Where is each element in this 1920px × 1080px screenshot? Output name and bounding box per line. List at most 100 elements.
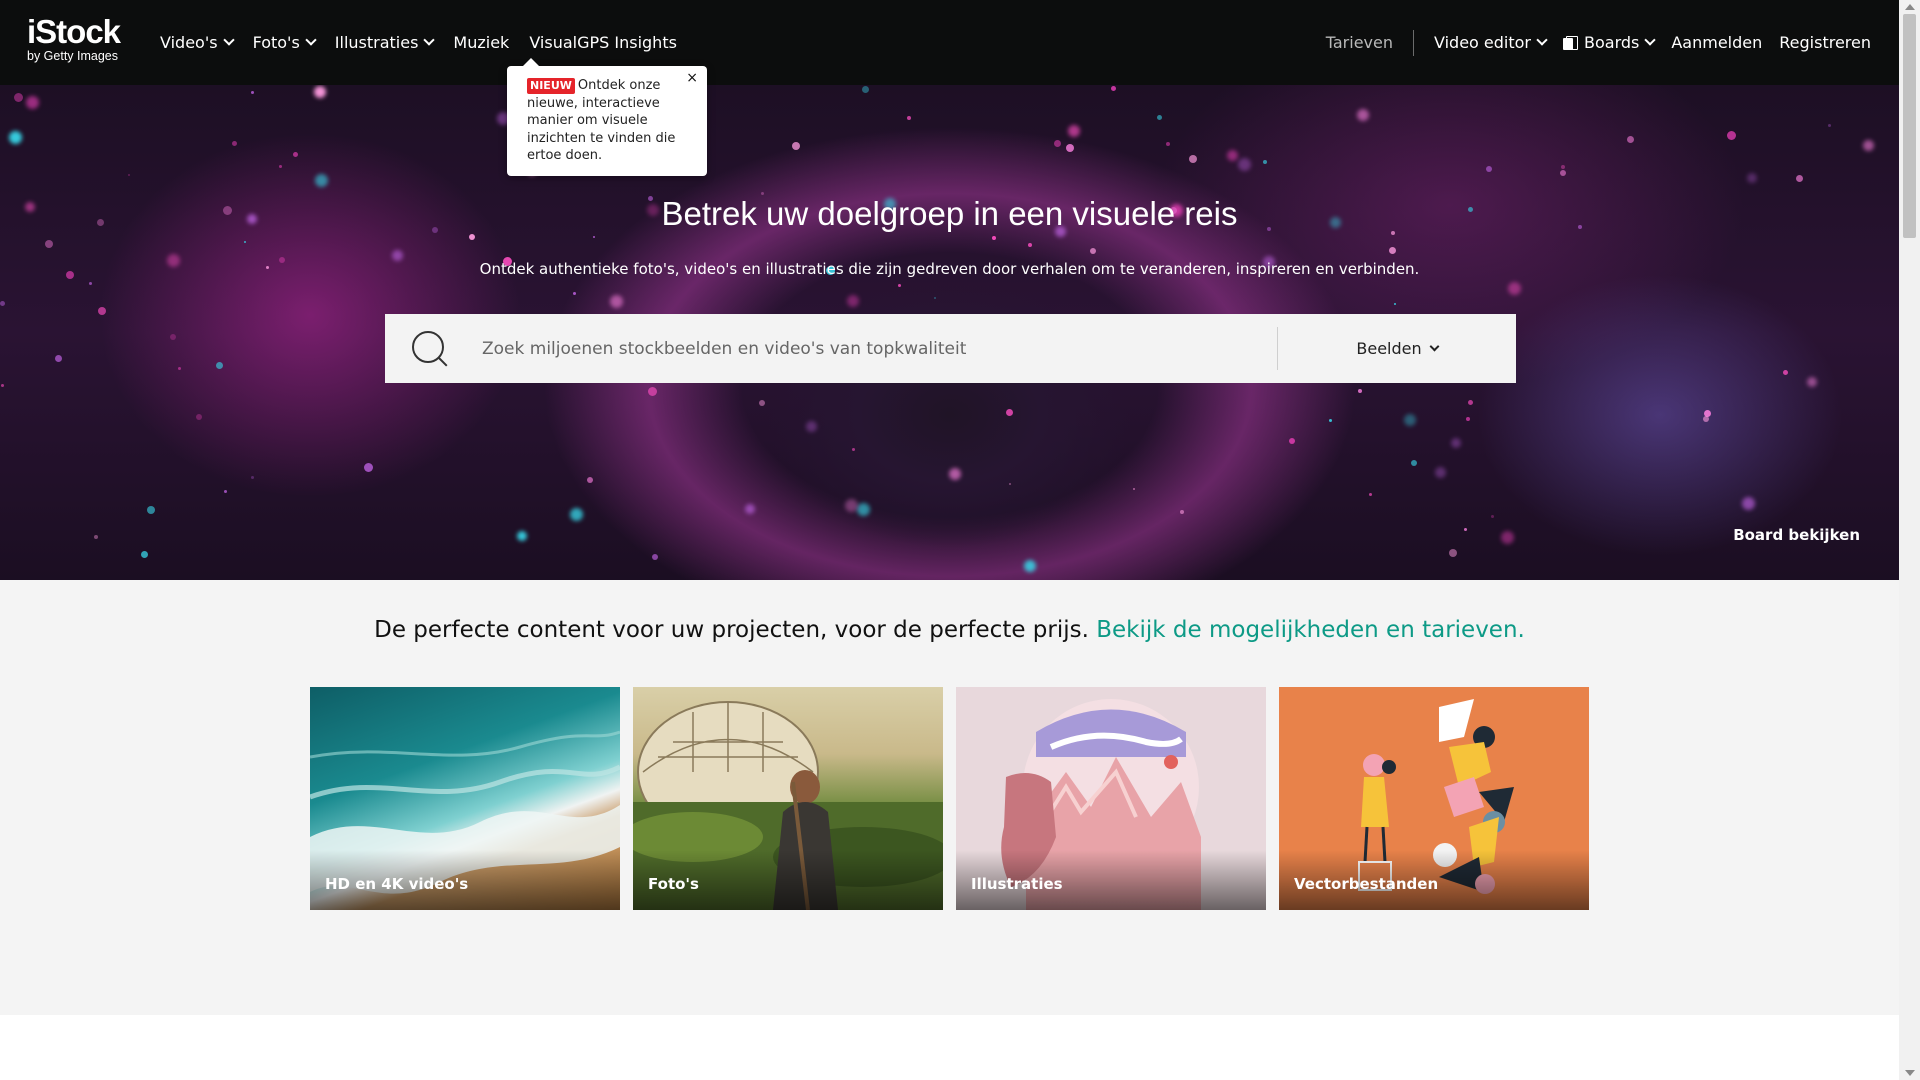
sparkle-dot (178, 367, 181, 370)
close-icon[interactable]: × (686, 70, 698, 88)
boards-icon (1563, 35, 1578, 50)
sparkle-dot (1451, 438, 1461, 448)
sparkle-dot (847, 295, 859, 307)
chevron-down-icon (423, 34, 436, 46)
sparkle-dot (45, 240, 53, 248)
sparkle-dot (1157, 115, 1162, 120)
sparkle-dot (1404, 414, 1416, 426)
sparkle-dot (934, 297, 936, 299)
hero-subtitle: Ontdek authentieke foto's, video's en il… (479, 260, 1420, 278)
sparkle-dot (1009, 483, 1011, 485)
sparkle-dot (55, 355, 62, 362)
sparkle-dot (141, 551, 148, 558)
new-badge: NIEUW (527, 78, 575, 94)
search-icon[interactable] (412, 331, 450, 369)
sparkle-dot (1561, 165, 1565, 169)
sparkle-dot (1807, 377, 1817, 387)
search-input[interactable] (482, 314, 1262, 383)
sparkle-dot (862, 86, 869, 93)
sparkle-dot (1863, 140, 1874, 151)
search-type-dropdown[interactable]: Beelden (1278, 314, 1516, 383)
sparkle-dot (26, 96, 39, 109)
sparkle-dot (792, 142, 800, 150)
sparkle-dot (1703, 416, 1709, 422)
sparkle-dot (1508, 282, 1521, 295)
sparkle-dot (1369, 493, 1372, 496)
sparkle-dot (170, 334, 176, 340)
nav-visualgps-label: VisualGPS Insights (529, 33, 677, 52)
sparkle-dot (745, 504, 755, 514)
sparkle-dot (652, 554, 658, 560)
category-card-illustrations[interactable]: Illustraties (956, 687, 1266, 910)
chevron-down-icon (222, 34, 235, 46)
sparkle-dot (9, 131, 22, 144)
sparkle-dot (128, 174, 130, 176)
tagline-text: De perfecte content voor uw projecten, v… (374, 617, 1089, 643)
sparkle-dot (0, 301, 5, 306)
nav-photos-label: Foto's (252, 33, 300, 52)
chevron-down-icon (1429, 341, 1440, 351)
sparkle-dot (293, 152, 298, 157)
page-scrollbar[interactable] (1899, 0, 1920, 1080)
top-navigation-bar: iStock by Getty Images Video's Foto's Il… (0, 0, 1899, 85)
secondary-nav: Tarieven Video editor Boards Aanmelden R… (1309, 0, 1871, 85)
sparkle-dot (852, 448, 855, 451)
content-section: De perfecte content voor uw projecten, v… (0, 580, 1899, 1015)
logo-byline: by Getty Images (27, 49, 119, 63)
sparkle-dot (1727, 131, 1736, 140)
nav-boards-label: Boards (1584, 33, 1640, 52)
hero-title: Betrek uw doelgroep in een visuele reis (661, 195, 1238, 232)
sparkle-dot (314, 86, 326, 98)
sign-in-link[interactable]: Aanmelden (1671, 0, 1762, 85)
sparkle-dot (315, 174, 328, 187)
nav-videos-label: Video's (160, 33, 218, 52)
view-board-link[interactable]: Board bekijken (1733, 526, 1860, 544)
logo-wordmark: iStock (27, 13, 121, 50)
pricing-options-link[interactable]: Bekijk de mogelijkheden en tarieven. (1096, 617, 1525, 643)
sparkle-dot (949, 468, 961, 480)
nav-music[interactable]: Muziek (453, 0, 509, 85)
sparkle-dot (1501, 531, 1514, 544)
sparkle-dot (1006, 409, 1013, 416)
chevron-down-icon (1536, 34, 1548, 46)
sparkle-dot (244, 241, 246, 243)
nav-video-editor[interactable]: Video editor (1434, 0, 1548, 85)
sparkle-dot (907, 116, 911, 120)
register-link[interactable]: Registreren (1779, 0, 1871, 85)
nav-boards[interactable]: Boards (1563, 0, 1657, 85)
scroll-up-arrow-icon[interactable] (1905, 4, 1915, 10)
nav-photos[interactable]: Foto's (252, 0, 317, 85)
page: iStock by Getty Images Video's Foto's Il… (0, 0, 1899, 1080)
page-lower-section (0, 1015, 1899, 1080)
scroll-down-arrow-icon[interactable] (1905, 1070, 1915, 1076)
category-card-videos[interactable]: HD en 4K video's (310, 687, 620, 910)
sparkle-dot (1389, 247, 1396, 254)
sparkle-dot (364, 463, 373, 472)
sparkle-dot (1166, 142, 1170, 146)
sparkle-dot (1486, 166, 1492, 172)
sparkle-dot (1796, 175, 1803, 182)
nav-illustrations[interactable]: Illustraties (335, 0, 436, 85)
nav-videos[interactable]: Video's (160, 0, 235, 85)
category-card-vectors[interactable]: Vectorbestanden (1279, 687, 1589, 910)
visualgps-new-tooltip: × NIEUW Ontdek onze nieuwe, interactieve … (507, 58, 707, 176)
sparkle-dot (1054, 140, 1061, 147)
nav-divider (1413, 29, 1414, 56)
hero-banner: Betrek uw doelgroep in een visuele reis … (0, 85, 1899, 580)
card-label: Illustraties (971, 875, 1063, 893)
sparkle-dot (806, 421, 817, 432)
sparkle-dot (89, 282, 92, 285)
nav-pricing[interactable]: Tarieven (1326, 0, 1393, 85)
sparkle-dot (517, 531, 527, 541)
sparkle-dot (1238, 158, 1251, 171)
istock-logo[interactable]: iStock by Getty Images (27, 14, 139, 70)
sparkle-dot (1358, 389, 1362, 393)
sparkle-dot (845, 499, 858, 512)
category-card-photos[interactable]: Foto's (633, 687, 943, 910)
sparkle-dot (232, 141, 237, 146)
sparkle-dot (14, 93, 23, 102)
scrollbar-thumb[interactable] (1903, 14, 1916, 238)
sparkle-dot (1491, 515, 1494, 518)
sparkle-dot (593, 236, 595, 238)
sparkle-dot (587, 477, 593, 483)
